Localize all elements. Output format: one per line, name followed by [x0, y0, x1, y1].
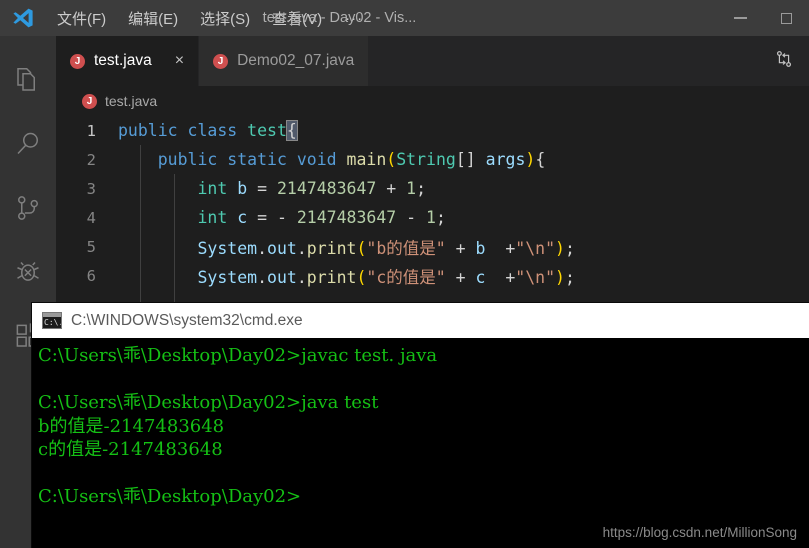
java-file-icon: J	[70, 53, 85, 69]
java-file-icon: J	[213, 53, 229, 69]
code-line-5: 5 System.out.print("b的值是" + b +"\n");	[56, 232, 809, 261]
cmd-title-text: C:\WINDOWS\system32\cmd.exe	[71, 311, 303, 329]
cmd-window[interactable]: C:\. C:\WINDOWS\system32\cmd.exe C:\User…	[32, 303, 809, 548]
compare-changes-icon[interactable]	[773, 48, 795, 75]
source-control-icon[interactable]	[0, 176, 56, 240]
breadcrumb[interactable]: J test.java	[56, 86, 809, 116]
minimize-button[interactable]	[717, 0, 763, 36]
code-line-1: 1 public class test{	[56, 116, 809, 145]
java-file-icon: J	[82, 93, 97, 109]
code-line-2: 2 public static void main(String[] args)…	[56, 145, 809, 174]
line-number: 1	[86, 121, 96, 140]
maximize-button[interactable]	[763, 0, 809, 36]
console-line: C:\Users\乖\Desktop\Day02>java test	[38, 392, 379, 413]
cmd-console-output[interactable]: C:\Users\乖\Desktop\Day02>javac test. jav…	[32, 338, 809, 548]
console-line: b的值是-2147483648	[38, 415, 225, 437]
code-text: int b = 2147483647 + 1;	[197, 179, 427, 198]
console-prompt-line: C:\Users\乖\Desktop\Day02>	[38, 486, 302, 507]
tab-label: Demo02_07.java	[237, 52, 355, 69]
menu-selection[interactable]: 选择(S)	[189, 0, 261, 36]
code-editor[interactable]: 1 public class test{ 2 public static voi…	[56, 116, 809, 311]
line-number: 3	[86, 179, 96, 198]
line-number: 4	[86, 208, 96, 227]
vscode-logo	[0, 0, 46, 36]
line-number: 5	[86, 237, 96, 256]
console-line: C:\Users\乖\Desktop\Day02>javac test. jav…	[38, 345, 438, 366]
code-text: public class test{	[118, 120, 298, 141]
search-icon[interactable]	[0, 112, 56, 176]
code-text: public static void main(String[] args){	[157, 150, 546, 169]
close-icon[interactable]: ×	[175, 53, 184, 69]
line-number: 6	[86, 266, 96, 285]
menu-edit[interactable]: 编辑(E)	[117, 0, 189, 36]
code-line-4: 4 int c = - 2147483647 - 1;	[56, 203, 809, 232]
breadcrumb-label: test.java	[105, 93, 158, 109]
menu-file[interactable]: 文件(F)	[46, 0, 117, 36]
code-text: System.out.print("b的值是" + b +"\n");	[197, 238, 575, 258]
debug-icon[interactable]	[0, 240, 56, 304]
tab-label: test.java	[94, 52, 152, 69]
title-bar: 文件(F) 编辑(E) 选择(S) 查看(V) ··· test.java - …	[0, 0, 809, 36]
code-line-6: 6 System.out.print("c的值是" + c +"\n");	[56, 261, 809, 290]
tab-demo02-07-java[interactable]: J Demo02_07.java	[199, 36, 370, 86]
explorer-icon[interactable]	[0, 48, 56, 112]
tab-test-java[interactable]: J test.java ×	[56, 36, 200, 86]
code-line-3: 3 int b = 2147483647 + 1;	[56, 174, 809, 203]
indent-guide	[174, 174, 175, 311]
window-controls[interactable]	[717, 0, 809, 36]
menu-more-button[interactable]: ···	[333, 10, 375, 27]
menu-bar[interactable]: 文件(F) 编辑(E) 选择(S) 查看(V) ···	[46, 0, 375, 36]
watermark: https://blog.csdn.net/MillionSong	[602, 525, 797, 540]
tab-bar: J test.java × J Demo02_07.java	[56, 36, 809, 86]
code-text: System.out.print("c的值是" + c +"\n");	[197, 267, 575, 287]
indent-guide	[140, 145, 141, 311]
cmd-icon: C:\.	[42, 312, 62, 329]
cmd-title-bar[interactable]: C:\. C:\WINDOWS\system32\cmd.exe	[32, 303, 809, 338]
line-number: 2	[86, 150, 96, 169]
menu-view[interactable]: 查看(V)	[261, 0, 333, 36]
console-line: c的值是-2147483648	[38, 439, 223, 460]
editor-actions[interactable]	[773, 36, 795, 86]
code-text: int c = - 2147483647 - 1;	[197, 208, 446, 227]
